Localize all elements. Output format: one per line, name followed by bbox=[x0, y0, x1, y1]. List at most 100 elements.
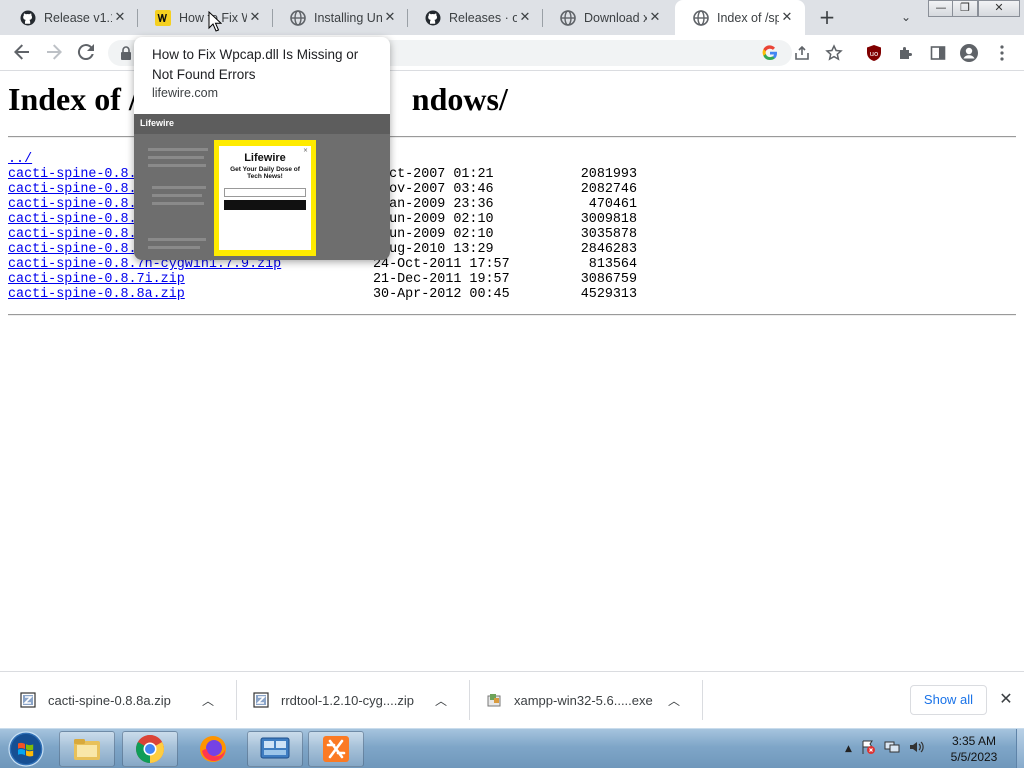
globe-icon bbox=[693, 9, 709, 26]
minimize-button[interactable]: — bbox=[928, 0, 954, 17]
download-item[interactable]: rrdtool-1.2.10-cyg....zip ︿ bbox=[253, 680, 449, 720]
preview-text-line bbox=[152, 186, 206, 189]
taskbar-explorer[interactable] bbox=[59, 731, 115, 767]
show-hidden-icons[interactable]: ▲ bbox=[845, 744, 852, 754]
close-icon[interactable]: ✕ bbox=[382, 10, 398, 26]
tab-how-to-fix[interactable]: How to Fix W ✕ bbox=[137, 0, 273, 35]
action-center-flag-icon[interactable] bbox=[860, 739, 876, 759]
chevron-up-icon[interactable]: ︿ bbox=[200, 692, 216, 709]
popup-subscribe-button bbox=[224, 200, 306, 210]
file-date: -Jun-2009 02:10 bbox=[373, 227, 494, 242]
hover-card-title: How to Fix Wpcap.dll Is Missing or Not F… bbox=[152, 47, 359, 82]
file-link[interactable]: cacti-spine-0.8.7c bbox=[8, 197, 153, 212]
back-arrow-icon[interactable] bbox=[10, 40, 34, 64]
download-divider bbox=[236, 680, 237, 720]
close-icon[interactable]: ✕ bbox=[112, 10, 128, 26]
file-date: -Oct-2007 01:21 bbox=[373, 167, 494, 182]
restore-button[interactable]: ❐ bbox=[952, 0, 978, 17]
clock-time: 3:35 AM bbox=[951, 734, 997, 748]
share-icon[interactable] bbox=[791, 42, 813, 64]
file-link[interactable]: cacti-spine-0.8.7e bbox=[8, 227, 153, 242]
file-link[interactable]: cacti-spine-0.8.8a.zip bbox=[8, 287, 185, 302]
file-link[interactable]: cacti-spine-0.8.7a bbox=[8, 182, 153, 197]
tab-search-button[interactable]: ⌄ bbox=[896, 6, 916, 28]
system-tray: ▲ bbox=[845, 731, 924, 767]
tab-title: Releases · oe bbox=[449, 10, 517, 25]
new-tab-button[interactable]: + bbox=[816, 6, 838, 28]
taskbar-firefox[interactable] bbox=[185, 731, 241, 767]
file-date: -Jan-2009 23:36 bbox=[373, 197, 494, 212]
tab-release[interactable]: Release v1.1 ✕ bbox=[2, 0, 138, 35]
close-icon[interactable]: ✕ bbox=[779, 10, 795, 26]
clock-date: 5/5/2023 bbox=[950, 750, 998, 764]
file-size: 3009818 bbox=[580, 212, 637, 227]
close-icon[interactable]: ✕ bbox=[517, 10, 533, 26]
preview-text-line bbox=[148, 148, 208, 151]
forward-arrow-icon[interactable] bbox=[42, 40, 66, 64]
close-download-bar-icon[interactable]: ✕ bbox=[996, 689, 1016, 709]
show-all-button[interactable]: Show all bbox=[910, 685, 987, 715]
file-date: 30-Apr-2012 00:45 bbox=[373, 287, 510, 302]
popup-body: × Lifewire Get Your Daily Dose of Tech N… bbox=[219, 146, 311, 250]
tab-index-of[interactable]: Index of /spi ✕ bbox=[675, 0, 805, 35]
reload-icon[interactable] bbox=[74, 40, 98, 64]
window-close-button[interactable]: ✕ bbox=[978, 0, 1020, 17]
divider bbox=[8, 314, 1016, 316]
file-link[interactable]: cacti-spine-0.8.7. bbox=[8, 167, 153, 182]
exe-file-icon bbox=[486, 692, 502, 708]
file-date: 21-Dec-2011 19:57 bbox=[373, 272, 510, 287]
lock-icon[interactable] bbox=[118, 45, 134, 61]
page-preview-thumbnail: Lifewire × Lifewire Get Your Daily Dose … bbox=[134, 114, 390, 260]
preview-text-line bbox=[148, 164, 206, 167]
windows-logo-icon bbox=[8, 731, 44, 767]
menu-kebab-icon[interactable] bbox=[991, 42, 1013, 64]
show-desktop-button[interactable] bbox=[1016, 729, 1024, 768]
taskbar-control-panel[interactable] bbox=[247, 731, 303, 767]
profile-avatar-icon[interactable] bbox=[958, 42, 980, 64]
file-date: 24-Oct-2011 17:57 bbox=[373, 257, 510, 272]
download-divider bbox=[702, 680, 703, 720]
svg-text:uo: uo bbox=[870, 50, 879, 58]
file-date: -Jun-2009 02:10 bbox=[373, 212, 494, 227]
taskbar-xampp[interactable] bbox=[308, 731, 364, 767]
lifewire-icon bbox=[155, 9, 171, 26]
file-link[interactable]: ../ bbox=[8, 152, 32, 167]
volume-icon[interactable] bbox=[908, 739, 924, 759]
mouse-cursor-icon bbox=[208, 10, 223, 32]
ublock-icon[interactable]: uo bbox=[863, 42, 885, 64]
chevron-up-icon[interactable]: ︿ bbox=[433, 692, 449, 709]
tab-title: Installing Un bbox=[314, 10, 382, 25]
firefox-icon bbox=[200, 736, 226, 762]
taskbar-clock[interactable]: 3:35 AM 5/5/2023 bbox=[934, 733, 1014, 765]
file-link[interactable]: cacti-spine-0.8.7i.zip bbox=[8, 272, 185, 287]
google-icon[interactable] bbox=[759, 42, 781, 64]
windows-taskbar: ▲ 3:35 AM 5/5/2023 bbox=[0, 728, 1024, 768]
extensions-puzzle-icon[interactable] bbox=[895, 42, 917, 64]
download-item[interactable]: cacti-spine-0.8.8a.zip ︿ bbox=[20, 680, 216, 720]
network-icon[interactable] bbox=[884, 739, 900, 759]
download-item[interactable]: xampp-win32-5.6.....exe ︿ bbox=[486, 680, 682, 720]
side-panel-icon[interactable] bbox=[927, 42, 949, 64]
file-link[interactable]: cacti-spine-0.8.7g bbox=[8, 242, 153, 257]
zip-file-icon bbox=[20, 692, 36, 708]
tab-strip: Release v1.1 ✕ How to Fix W ✕ Installing… bbox=[0, 0, 1024, 35]
chevron-up-icon[interactable]: ︿ bbox=[666, 692, 682, 709]
download-filename: xampp-win32-5.6.....exe bbox=[514, 692, 653, 708]
github-icon bbox=[20, 10, 36, 26]
taskbar-chrome[interactable] bbox=[122, 731, 178, 767]
popup-email-field bbox=[224, 188, 306, 197]
file-link[interactable]: cacti-spine-0.8.7d bbox=[8, 212, 153, 227]
file-size: 2846283 bbox=[580, 242, 637, 257]
star-icon[interactable] bbox=[823, 42, 845, 64]
file-size: 3086759 bbox=[580, 272, 637, 287]
close-icon[interactable]: ✕ bbox=[647, 10, 663, 26]
tab-download[interactable]: Download xa ✕ bbox=[542, 0, 673, 35]
tab-installing[interactable]: Installing Un ✕ bbox=[272, 0, 408, 35]
hover-card-domain: lifewire.com bbox=[152, 86, 218, 100]
tab-title: Release v1.1 bbox=[44, 10, 112, 25]
start-button[interactable] bbox=[2, 730, 50, 768]
close-icon: × bbox=[302, 147, 308, 154]
tab-releases[interactable]: Releases · oe ✕ bbox=[407, 0, 543, 35]
close-icon[interactable]: ✕ bbox=[247, 10, 263, 26]
file-size: 470461 bbox=[588, 197, 637, 212]
